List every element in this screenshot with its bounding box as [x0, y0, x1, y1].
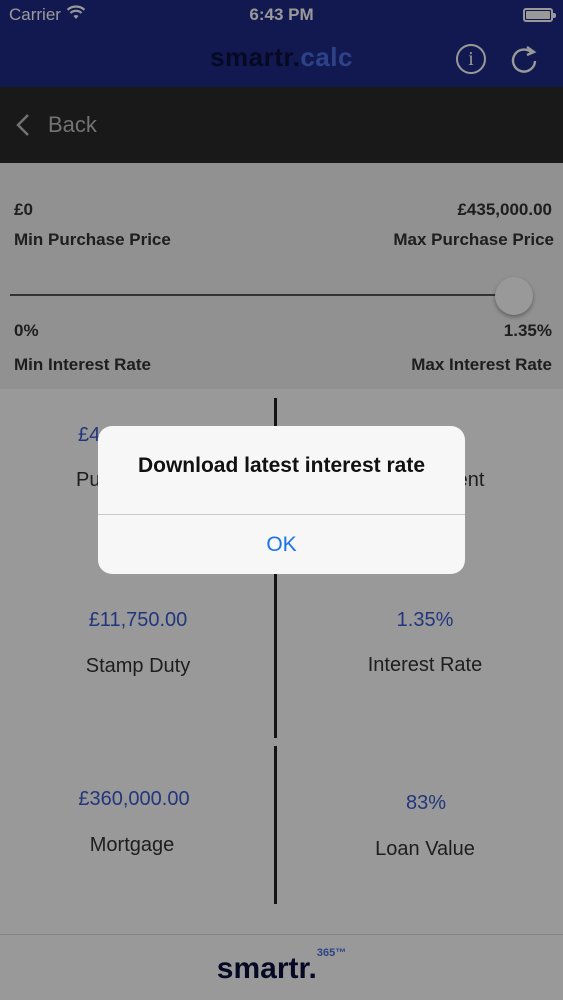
alert-dialog: Download latest interest rate OK: [98, 426, 465, 574]
alert-ok-button[interactable]: OK: [98, 515, 465, 574]
alert-title: Download latest interest rate: [137, 454, 426, 477]
